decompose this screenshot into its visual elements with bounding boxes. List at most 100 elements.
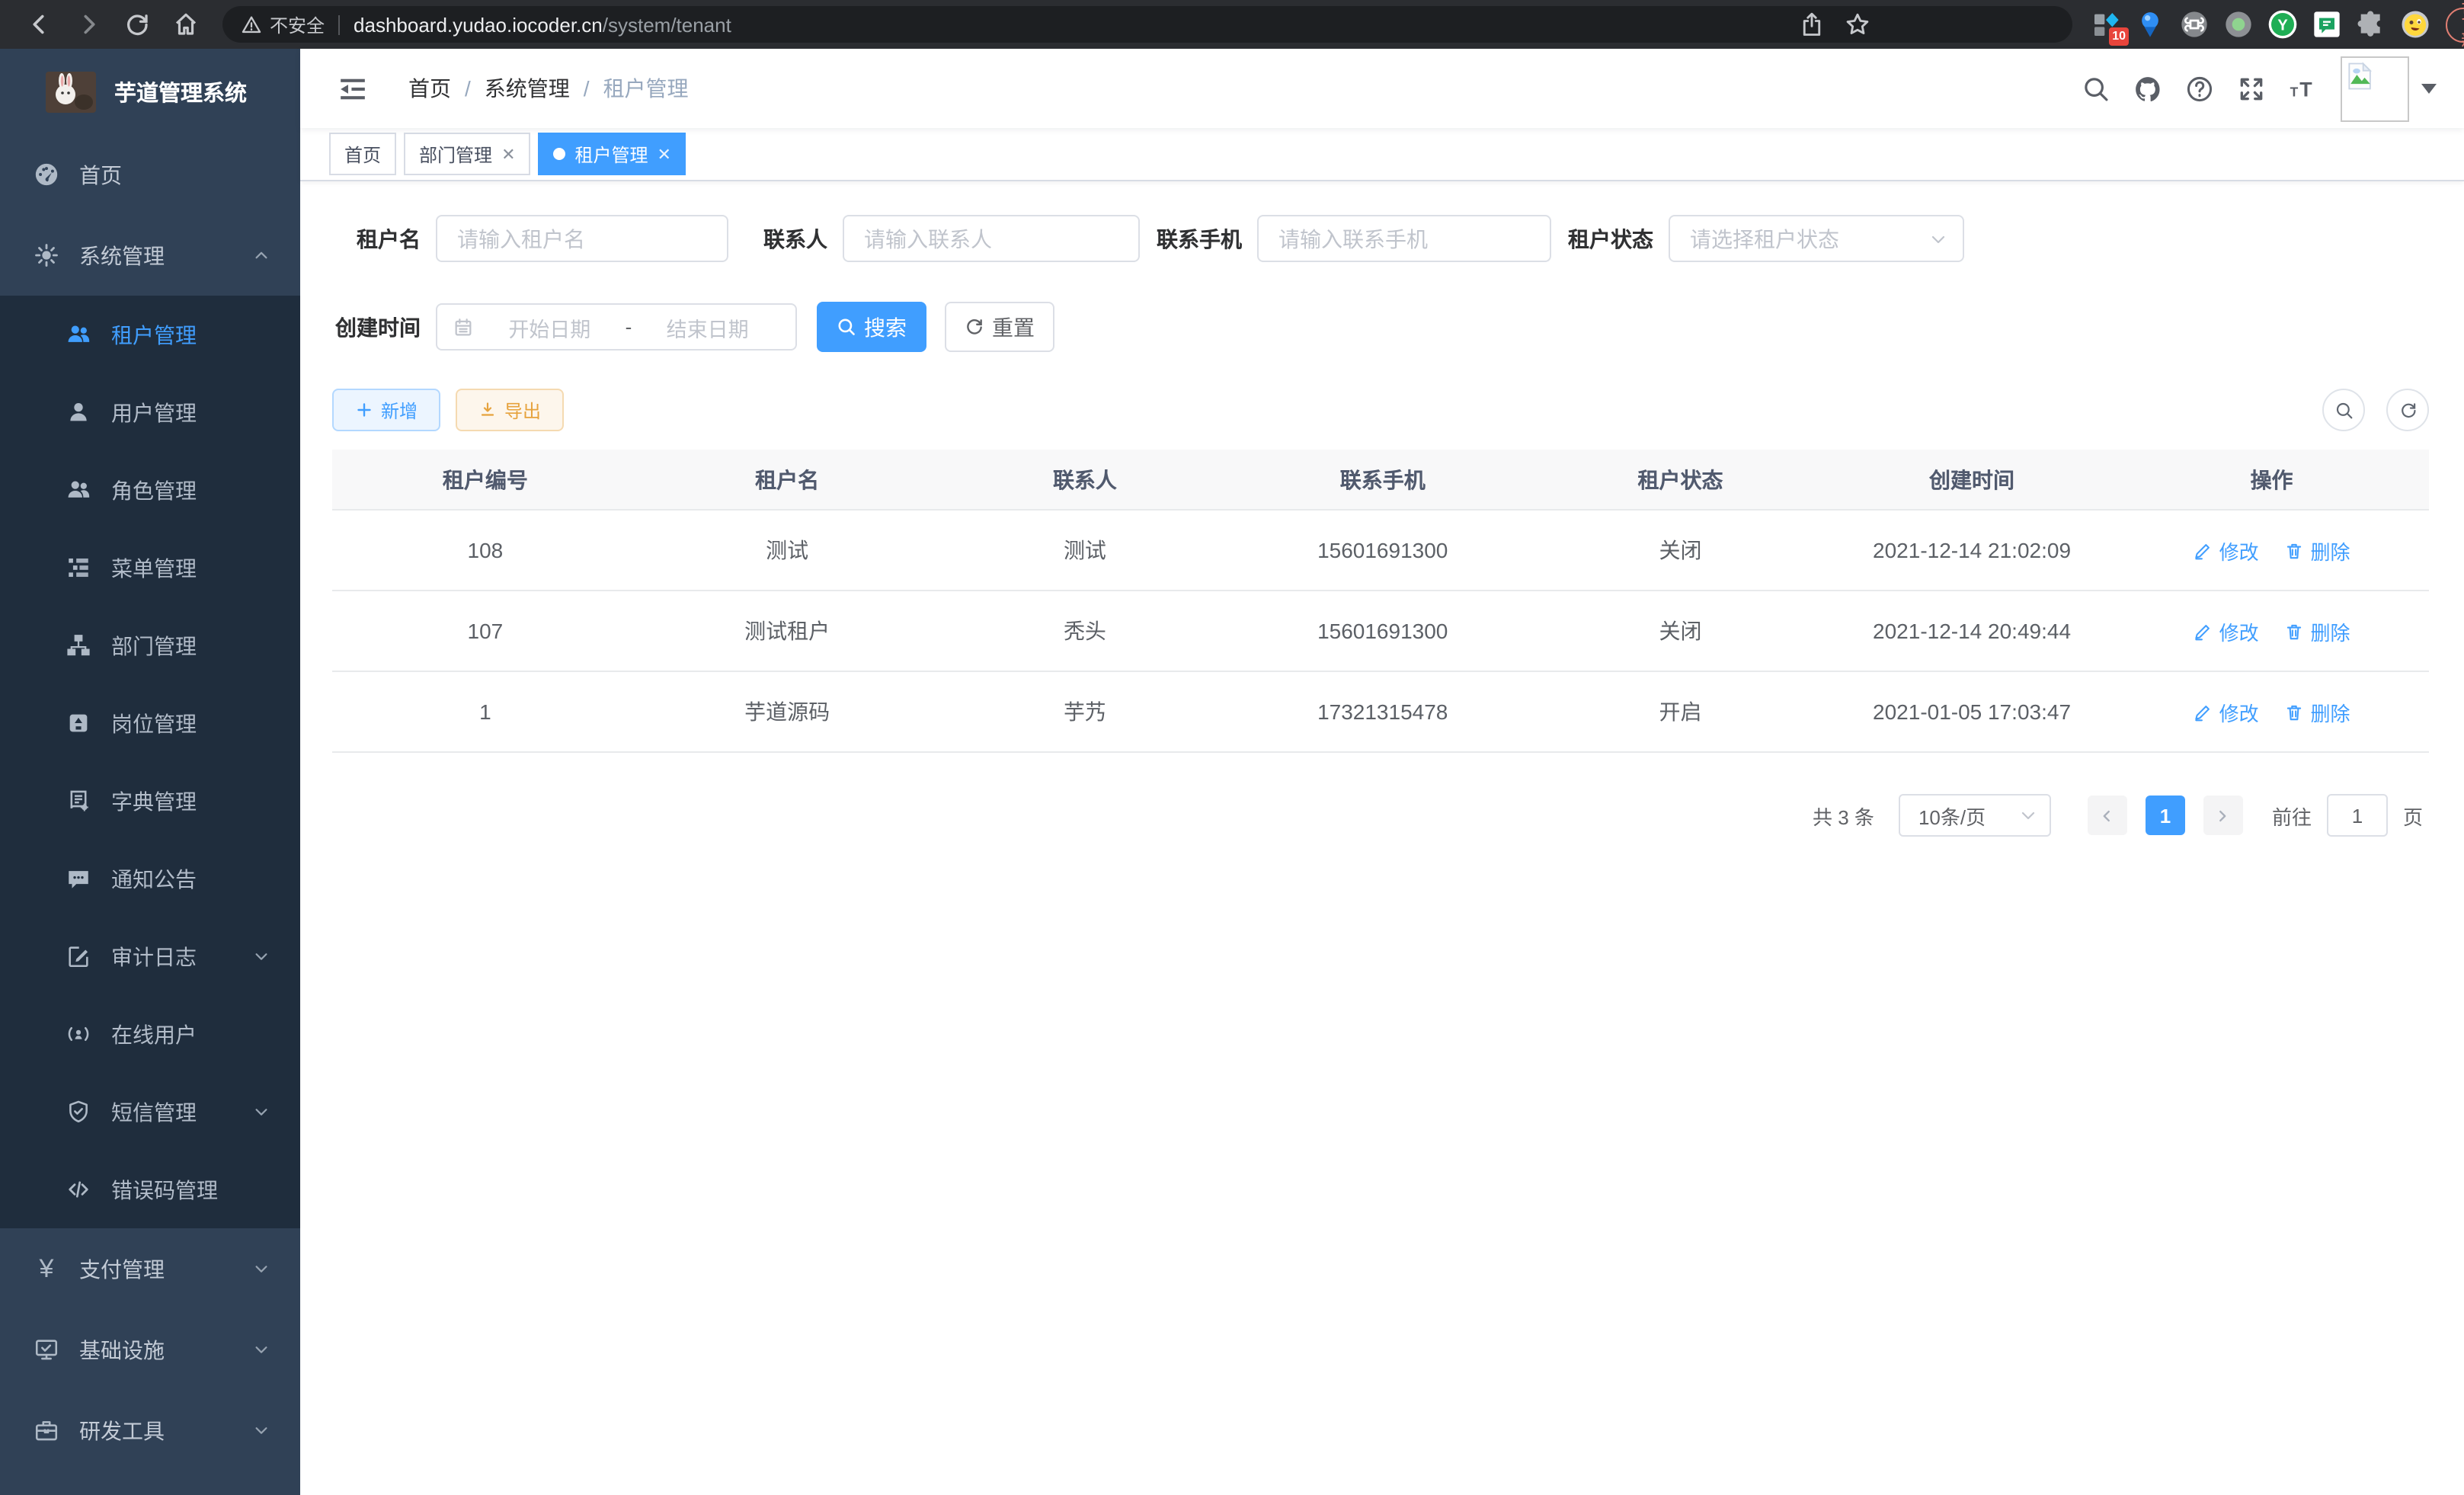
sidebar-item-pay[interactable]: ¥ 支付管理 — [0, 1228, 300, 1309]
security-label: 不安全 — [270, 11, 325, 37]
breadcrumb-home[interactable]: 首页 — [408, 73, 451, 104]
reload-icon[interactable] — [123, 11, 151, 38]
sidebar-item-dept[interactable]: 部门管理 — [0, 607, 300, 684]
sidebar-item-label: 菜单管理 — [111, 552, 197, 583]
yudao-icon[interactable]: Y — [2267, 9, 2298, 40]
font-size-icon[interactable]: TT — [2289, 74, 2318, 103]
avatar[interactable] — [2341, 56, 2409, 121]
address-bar[interactable]: 不安全 dashboard.yudao.iocoder.cn/system/te… — [222, 6, 2072, 43]
sidebar-item-sms[interactable]: 短信管理 — [0, 1073, 300, 1151]
chat-icon[interactable] — [2312, 9, 2342, 40]
chevron-down-icon — [253, 1103, 270, 1120]
phone-input[interactable] — [1257, 215, 1551, 262]
sidebar-item-infra[interactable]: 基础设施 — [0, 1309, 300, 1390]
status-select[interactable]: 请选择租户状态 — [1669, 215, 1964, 262]
reset-button[interactable]: 重置 — [945, 302, 1054, 352]
divider — [338, 14, 340, 34]
add-button[interactable]: 新增 — [332, 389, 440, 431]
sidebar-item-role[interactable]: 角色管理 — [0, 451, 300, 529]
search-button[interactable]: 搜索 — [817, 302, 926, 352]
contact-label: 联系人 — [762, 223, 827, 254]
export-button[interactable]: 导出 — [456, 389, 564, 431]
svg-text:T: T — [2290, 84, 2299, 99]
prev-page-button[interactable] — [2088, 796, 2127, 835]
main-panel: 首页 / 系统管理 / 租户管理 TT — [300, 49, 2464, 1495]
sidebar-item-audit-log[interactable]: 审计日志 — [0, 917, 300, 995]
refresh-table-button[interactable] — [2386, 389, 2429, 431]
tag-dept[interactable]: 部门管理 ✕ — [404, 133, 530, 175]
github-icon[interactable] — [2133, 74, 2162, 103]
trash-icon — [2284, 540, 2304, 560]
url-host: dashboard.yudao.iocoder.cn — [354, 13, 603, 36]
close-icon[interactable]: ✕ — [501, 144, 515, 164]
delete-link[interactable]: 删除 — [2284, 697, 2350, 726]
edit-icon — [2194, 540, 2213, 560]
forward-icon[interactable] — [75, 11, 102, 38]
extensions-row: 10 Y — [2091, 9, 2430, 40]
sidebar-menu: 首页 系统管理 租户管理 用户管理 — [0, 134, 300, 1471]
share-icon[interactable] — [1798, 11, 1826, 38]
user-icon — [66, 399, 91, 425]
edit-link[interactable]: 修改 — [2194, 536, 2259, 565]
sidebar-item-label: 用户管理 — [111, 397, 197, 427]
close-icon[interactable]: ✕ — [658, 144, 671, 164]
map-pin-icon[interactable] — [2135, 9, 2165, 40]
home-icon[interactable] — [172, 11, 200, 38]
chevron-down-icon — [253, 1422, 270, 1439]
next-page-button[interactable] — [2203, 796, 2243, 835]
page-size-select[interactable]: 10条/页 — [1899, 794, 2051, 837]
sidebar-item-tenant[interactable]: 租户管理 — [0, 296, 300, 373]
toggle-search-button[interactable] — [2322, 389, 2365, 431]
avatar-caret-icon[interactable] — [2421, 83, 2437, 94]
chevron-down-icon — [253, 1260, 270, 1277]
edit-link[interactable]: 修改 — [2194, 616, 2259, 645]
sidebar-item-system[interactable]: 系统管理 — [0, 215, 300, 296]
page-1-button[interactable]: 1 — [2146, 796, 2185, 835]
table-tools — [2322, 389, 2429, 431]
cell-phone: 15601691300 — [1234, 591, 1531, 671]
sidebar-item-menu[interactable]: 菜单管理 — [0, 529, 300, 607]
recorder-icon[interactable] — [2223, 9, 2254, 40]
puzzle-icon[interactable] — [2356, 9, 2386, 40]
sidebar-item-label: 在线用户 — [111, 1019, 197, 1049]
table-header-row: 租户编号 租户名 联系人 联系手机 租户状态 创建时间 操作 — [332, 450, 2429, 510]
tenant-name-input[interactable] — [436, 215, 728, 262]
breadcrumb-separator: / — [584, 76, 590, 101]
sidebar-item-post[interactable]: 岗位管理 — [0, 684, 300, 762]
contact-input[interactable] — [843, 215, 1140, 262]
cell-name: 测试 — [638, 510, 936, 591]
sidebar-fold-icon[interactable] — [338, 74, 367, 103]
sidebar-item-label: 审计日志 — [111, 941, 197, 972]
sidebar-item-notice[interactable]: 通知公告 — [0, 840, 300, 917]
security-indicator[interactable]: 不安全 — [241, 11, 325, 37]
create-time-range-picker[interactable]: 开始日期 - 结束日期 — [436, 303, 797, 351]
sidebar-item-online-users[interactable]: 在线用户 — [0, 995, 300, 1073]
edit-link[interactable]: 修改 — [2194, 697, 2259, 726]
sidebar-item-error-code[interactable]: 错误码管理 — [0, 1151, 300, 1228]
sidebar-item-dev-tools[interactable]: 研发工具 — [0, 1390, 300, 1471]
goto-page-input[interactable] — [2327, 794, 2388, 837]
header-search-icon[interactable] — [2082, 74, 2110, 103]
tag-home[interactable]: 首页 — [329, 133, 396, 175]
delete-link[interactable]: 删除 — [2284, 536, 2350, 565]
cell-name: 测试租户 — [638, 591, 936, 671]
emoji-icon[interactable] — [2400, 9, 2430, 40]
browser-update-button[interactable]: 更新 — [2446, 7, 2464, 42]
sidebar-item-user[interactable]: 用户管理 — [0, 373, 300, 451]
delete-link[interactable]: 删除 — [2284, 616, 2350, 645]
column-header: 操作 — [2114, 450, 2429, 510]
command-icon[interactable] — [2179, 9, 2210, 40]
breadcrumb-current: 租户管理 — [603, 73, 689, 104]
online-users-icon — [66, 1021, 91, 1047]
tag-tenant[interactable]: 租户管理 ✕ — [539, 133, 686, 175]
sidebar-logo[interactable]: 芋道管理系统 — [0, 49, 300, 134]
sidebar-item-dict[interactable]: 字典管理 — [0, 762, 300, 840]
fullscreen-icon[interactable] — [2237, 74, 2266, 103]
sidebar-item-home[interactable]: 首页 — [0, 134, 300, 215]
breadcrumb-system[interactable]: 系统管理 — [485, 73, 570, 104]
bookmark-star-icon[interactable] — [1844, 11, 1871, 38]
cell-name: 芋道源码 — [638, 671, 936, 752]
help-icon[interactable] — [2185, 74, 2214, 103]
back-icon[interactable] — [26, 11, 53, 38]
extension-grid-icon[interactable]: 10 — [2091, 9, 2121, 40]
